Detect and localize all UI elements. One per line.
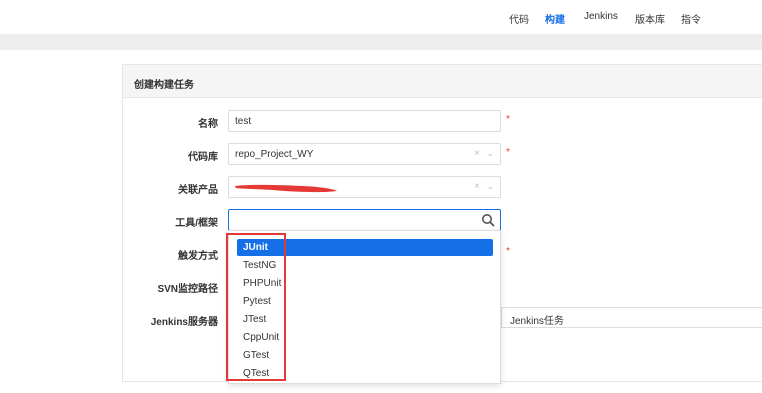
nav-item-build[interactable]: 构建 <box>545 11 565 26</box>
framework-search-input[interactable] <box>228 209 501 231</box>
clear-icon[interactable]: × <box>474 181 480 192</box>
svn-path-label: SVN监控路径 <box>157 284 218 295</box>
header-divider-band <box>0 34 762 50</box>
name-input[interactable]: test <box>228 110 501 132</box>
clear-icon[interactable]: × <box>474 148 480 159</box>
chevron-down-icon[interactable]: ⌄ <box>486 181 494 192</box>
required-marker: * <box>506 114 510 125</box>
chevron-down-icon[interactable]: ⌄ <box>486 148 494 159</box>
annotation-highlight-box <box>226 233 286 381</box>
product-label: 关联产品 <box>178 185 218 196</box>
redaction-mark <box>235 184 337 193</box>
jenkins-server-label: Jenkins服务器 <box>150 317 218 328</box>
framework-label: 工具/框架 <box>175 218 218 229</box>
repo-select[interactable]: repo_Project_WY × ⌄ <box>228 143 501 165</box>
nav-item-jenkins[interactable]: Jenkins <box>584 11 618 22</box>
name-label: 名称 <box>198 119 218 130</box>
trigger-label: 触发方式 <box>178 251 218 262</box>
search-icon[interactable] <box>481 213 495 227</box>
tab-jenkins-task[interactable]: Jenkins任务 <box>501 308 762 327</box>
required-marker: * <box>506 246 510 257</box>
repo-select-value: repo_Project_WY <box>235 149 314 160</box>
panel-title: 创建构建任务 <box>123 65 762 98</box>
nav-item-command[interactable]: 指令 <box>681 11 701 26</box>
required-marker: * <box>506 147 510 158</box>
jenkins-tabs: Jenkins任务 <box>488 307 762 328</box>
nav-item-code[interactable]: 代码 <box>509 11 529 26</box>
name-input-value: test <box>235 116 252 127</box>
top-nav: 代码 构建 Jenkins 版本库 指令 <box>0 0 762 34</box>
product-select[interactable]: × ⌄ <box>228 176 501 198</box>
repo-label: 代码库 <box>188 152 218 163</box>
nav-item-repository[interactable]: 版本库 <box>635 11 665 26</box>
